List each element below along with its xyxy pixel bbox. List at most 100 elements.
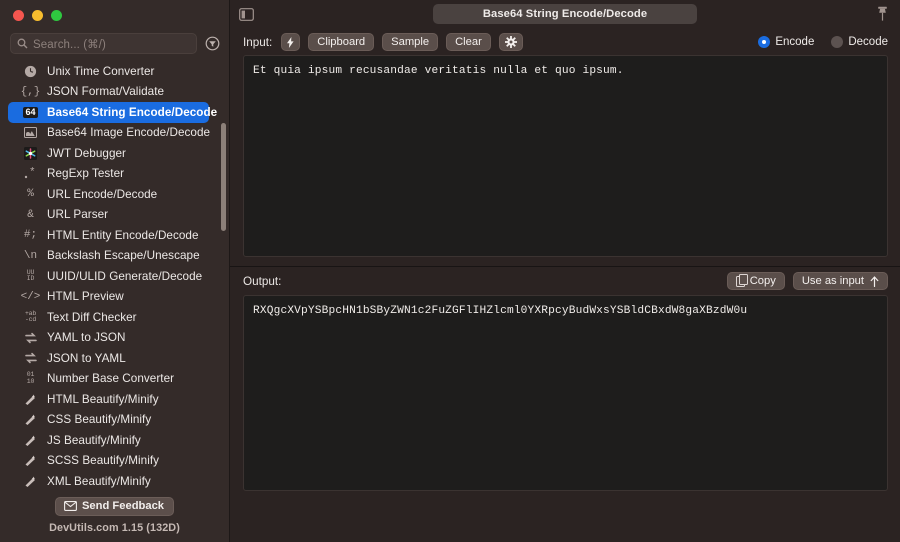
app-window: Search... (⌘/) Unix Time Converter {,} J… [0,0,900,542]
radio-encode[interactable]: Encode [758,36,814,48]
clock-icon [22,65,39,78]
sidebar-item-label: Base64 String Encode/Decode [47,105,218,119]
sidebar-toggle-icon[interactable] [237,6,256,23]
auto-detect-button[interactable] [281,33,301,51]
minimize-button[interactable] [32,9,43,21]
clipboard-label: Clipboard [317,36,366,48]
input-textarea[interactable]: Et quia ipsum recusandae veritatis nulla… [243,55,888,257]
clear-label: Clear [455,36,482,48]
output-toolbar: Output: Copy Use as input [230,267,900,295]
sidebar-item-uuid-ulid-generate-decode[interactable]: UU ID UUID/ULID Generate/Decode [8,266,209,287]
sidebar-item-html-preview[interactable]: </> HTML Preview [8,287,209,308]
hash-semicolon-icon: #; [23,229,38,242]
uuid-icon: UU ID [26,268,35,283]
sample-label: Sample [391,36,430,48]
sidebar-item-label: XML Beautify/Minify [47,474,151,488]
backslash-n-icon: \n [23,249,38,262]
sidebar-item-label: Unix Time Converter [47,64,155,78]
maximize-button[interactable] [51,9,62,21]
filter-icon[interactable] [204,35,221,52]
regex-star-icon: * [22,167,39,180]
sidebar-item-json-to-yaml[interactable]: JSON to YAML [8,348,209,369]
sidebar-item-label: UUID/ULID Generate/Decode [47,269,203,283]
radio-decode-label: Decode [848,36,888,48]
magic-wand-icon [22,454,39,467]
main-panel: Base64 String Encode/Decode Input: Clipb… [230,0,900,542]
sidebar-item-html-entity-encode-decode[interactable]: #; HTML Entity Encode/Decode [8,225,209,246]
output-textarea[interactable]: RXQgcXVpYSBpcHN1bSByZWN1c2FuZGFlIHZlcml0… [243,295,888,491]
search-row: Search... (⌘/) [0,30,229,61]
svg-text:*: * [29,167,36,179]
sidebar-item-label: URL Parser [47,208,109,222]
binary-icon: 01 10 [26,371,35,385]
copy-label: Copy [749,275,776,287]
sidebar-item-label: SCSS Beautify/Minify [47,454,160,468]
code-tags-icon: </> [20,290,41,303]
sidebar-item-label: HTML Beautify/Minify [47,392,159,406]
sidebar-item-jwt-debugger[interactable]: JWT Debugger [8,143,209,164]
sidebar-item-unix-time-converter[interactable]: Unix Time Converter [8,61,209,82]
page-title: Base64 String Encode/Decode [482,8,648,20]
sidebar-item-base64-string-encode-decode[interactable]: 64 Base64 String Encode/Decode [8,102,217,123]
magic-wand-icon [22,475,39,488]
sidebar-item-label: HTML Preview [47,290,124,304]
sidebar-item-url-parser[interactable]: & URL Parser [8,205,209,226]
radio-decode[interactable]: Decode [831,36,888,48]
sidebar-scrollbar-thumb[interactable] [221,123,226,231]
sidebar-item-label: HTML Entity Encode/Decode [47,228,199,242]
sidebar-item-label: JSON Format/Validate [47,85,165,99]
sample-button[interactable]: Sample [382,33,439,51]
sidebar-item-js-beautify-minify[interactable]: JS Beautify/Minify [8,430,209,451]
clear-button[interactable]: Clear [446,33,491,51]
copy-button[interactable]: Copy [726,272,785,290]
search-icon [17,38,28,49]
magic-wand-icon [22,434,39,447]
sidebar-item-backslash-escape-unescape[interactable]: \n Backslash Escape/Unescape [8,246,209,267]
sidebar-item-base64-image-encode-decode[interactable]: Base64 Image Encode/Decode [8,123,211,144]
clipboard-button[interactable]: Clipboard [308,33,375,51]
sidebar-scrollbar[interactable] [221,123,226,497]
copy-icon [735,273,748,287]
sidebar-item-url-encode-decode[interactable]: % URL Encode/Decode [8,184,209,205]
output-text: RXQgcXVpYSBpcHN1bSByZWN1c2FuZGFlIHZlcml0… [253,305,748,317]
sidebar-item-text-diff-checker[interactable]: +ab -cd Text Diff Checker [8,307,209,328]
input-editor-wrap: Et quia ipsum recusandae veritatis nulla… [230,55,900,257]
sidebar-item-label: Backslash Escape/Unescape [47,249,200,263]
send-feedback-button[interactable]: Send Feedback [54,497,175,516]
sidebar: Search... (⌘/) Unix Time Converter {,} J… [0,0,230,542]
sidebar-item-label: RegExp Tester [47,167,125,181]
tool-list[interactable]: Unix Time Converter {,} JSON Format/Vali… [0,61,229,497]
sidebar-item-xml-beautify-minify[interactable]: XML Beautify/Minify [8,471,209,492]
sidebar-item-label: JWT Debugger [47,146,126,160]
settings-button[interactable] [498,33,523,51]
input-toolbar: Input: Clipboard Sample Clear Encode Dec… [230,29,900,55]
swap-arrows-icon [22,332,39,344]
mode-radio-group[interactable]: Encode Decode [758,36,888,48]
bolt-icon [287,36,294,48]
sidebar-item-json-format-validate[interactable]: {,} JSON Format/Validate [8,82,209,103]
jwt-asterisk-icon [22,146,39,160]
arrow-up-icon [870,275,879,287]
gear-icon [504,36,517,48]
titlebar: Base64 String Encode/Decode [230,0,900,29]
percent-icon: % [27,188,34,201]
sidebar-item-html-beautify-minify[interactable]: HTML Beautify/Minify [8,389,209,410]
magic-wand-icon [22,393,39,406]
sidebar-item-css-beautify-minify[interactable]: CSS Beautify/Minify [8,410,209,431]
sidebar-item-regexp-tester[interactable]: * RegExp Tester [8,164,209,185]
search-placeholder: Search... (⌘/) [33,38,106,51]
magic-wand-icon [22,413,39,426]
pin-icon[interactable] [874,5,890,23]
ampersand-icon: & [27,208,34,221]
use-as-input-label: Use as input [801,275,864,287]
radio-knob [758,36,771,48]
use-as-input-button[interactable]: Use as input [792,272,888,290]
search-input[interactable]: Search... (⌘/) [10,33,197,54]
close-button[interactable] [13,9,24,21]
sidebar-item-yaml-to-json[interactable]: YAML to JSON [8,328,209,349]
sidebar-item-label: Base64 Image Encode/Decode [47,126,211,140]
sidebar-item-label: CSS Beautify/Minify [47,413,152,427]
window-title-pill[interactable]: Base64 String Encode/Decode [433,4,697,24]
sidebar-item-scss-beautify-minify[interactable]: SCSS Beautify/Minify [8,451,209,472]
sidebar-item-number-base-converter[interactable]: 01 10 Number Base Converter [8,369,209,390]
